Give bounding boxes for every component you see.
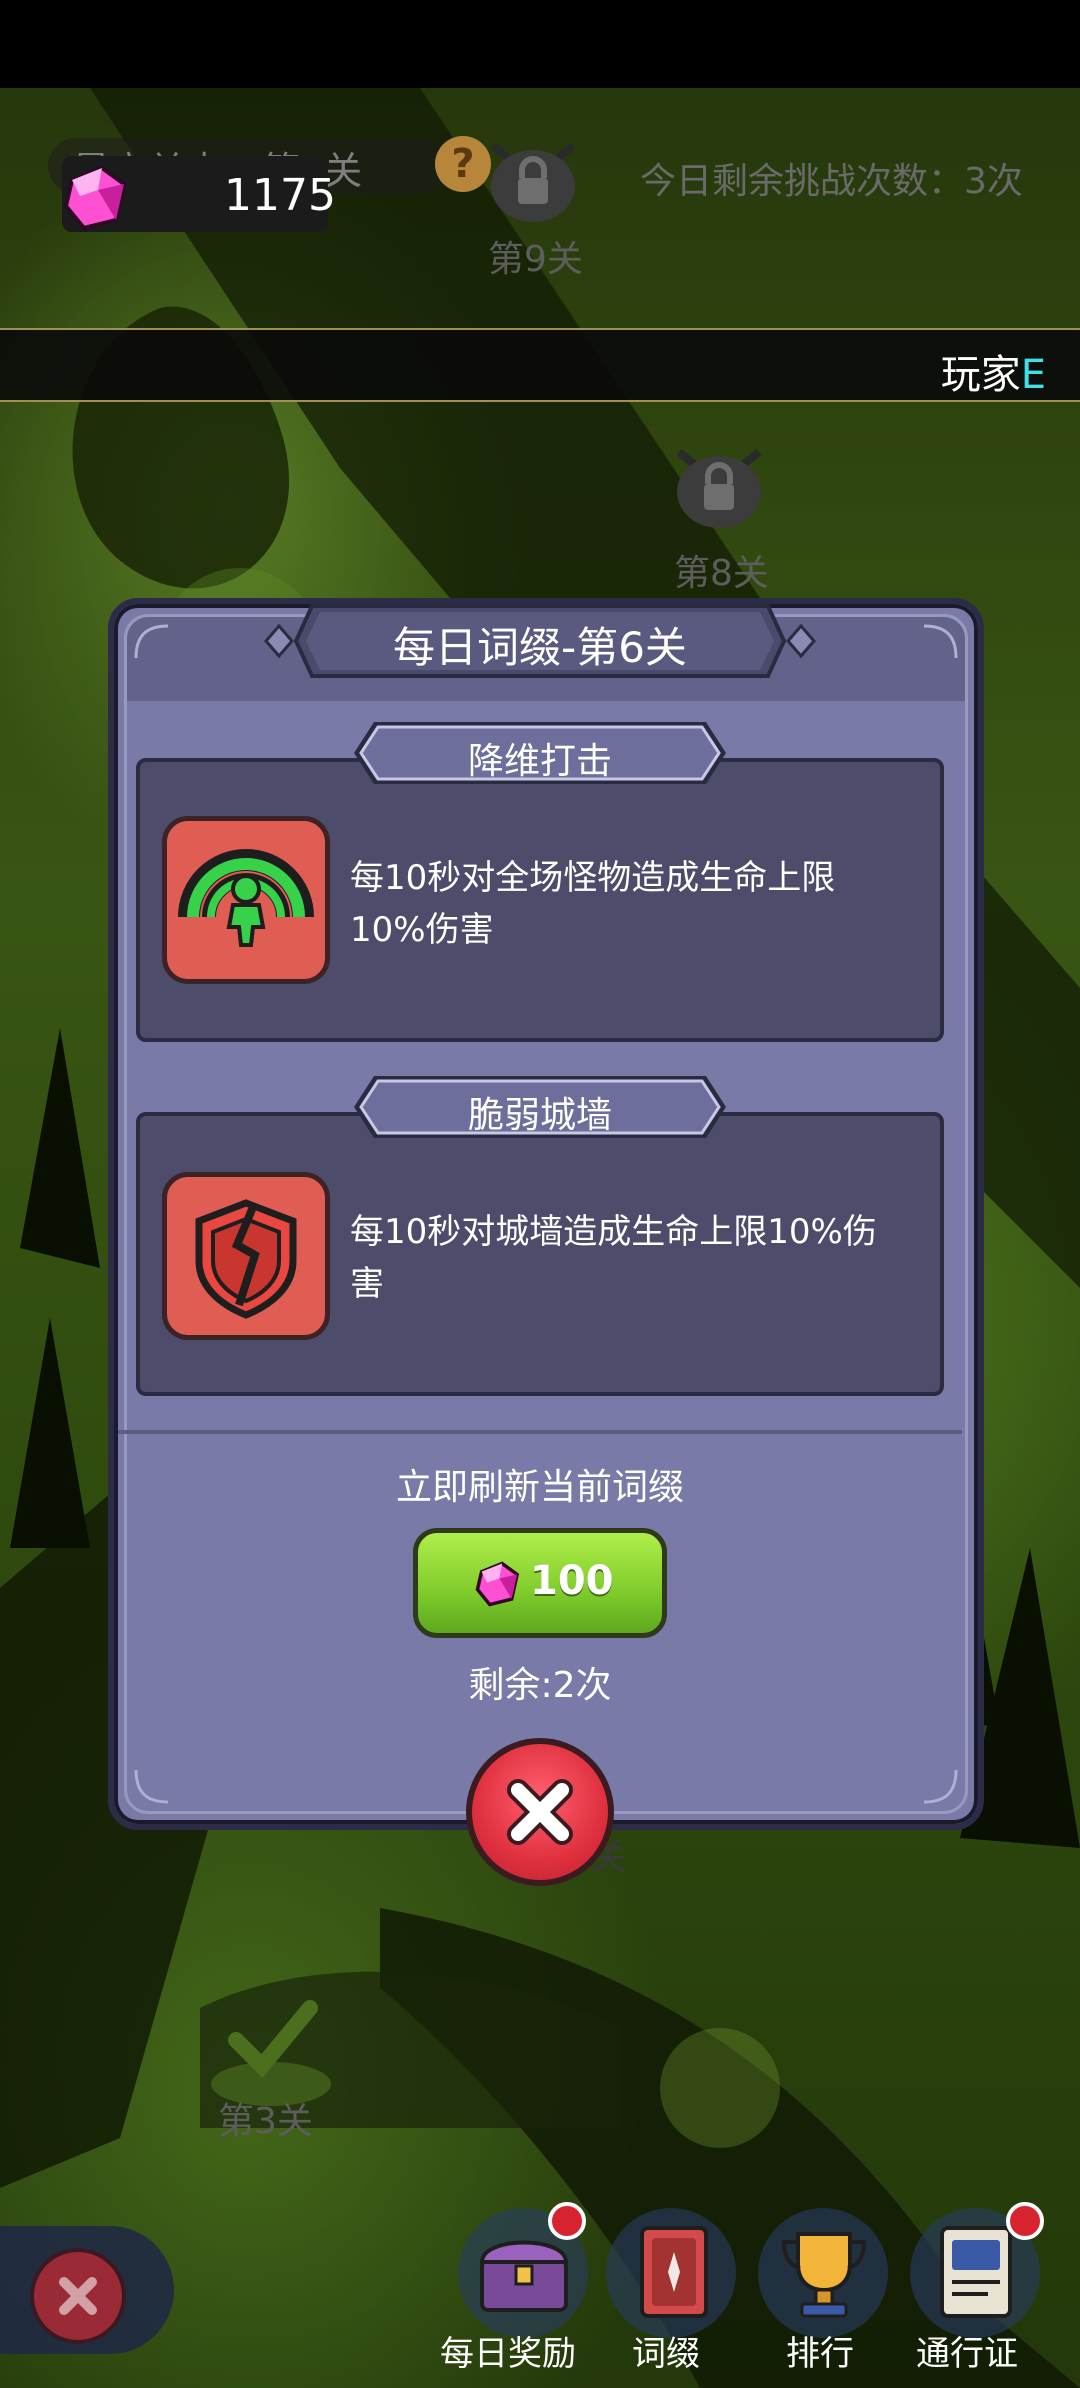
cleared-checkmark-icon[interactable] <box>206 1988 336 2108</box>
dialog-divider <box>118 1430 962 1434</box>
affix-name-1: 降维打击 <box>467 741 612 782</box>
pink-gem-icon <box>63 165 127 231</box>
refresh-remaining: 剩余:2次 <box>468 1665 612 1706</box>
affix-desc-2: 每10秒对城墙造成生命上限10%伤害 <box>350 1212 877 1304</box>
cracked-shield-icon <box>195 1199 297 1319</box>
daily-tries-text: 今日剩余挑战次数：3次 <box>640 161 1023 202</box>
passport-icon <box>940 2226 1012 2318</box>
affix-name-2: 脆弱城墙 <box>467 1095 612 1136</box>
nav-daily-reward-label: 每日奖励 <box>440 2334 576 2374</box>
level-node-3-label: 第3关 <box>218 2101 313 2142</box>
affix-icon-2 <box>162 1172 330 1340</box>
level-node-9-label: 第9关 <box>488 239 583 280</box>
gem-count: 1175 <box>224 170 336 221</box>
status-bar <box>0 0 1080 88</box>
corner-ornament-icon <box>923 1769 958 1804</box>
close-dialog-button[interactable] <box>466 1738 614 1886</box>
nav-pass-label: 通行证 <box>916 2334 1018 2374</box>
affix-desc-1: 每10秒对全场怪物造成生命上限10%伤害 <box>350 858 836 950</box>
affix-icon-1 <box>162 816 330 984</box>
nav-pass-badge <box>1006 2202 1044 2240</box>
back-button[interactable] <box>30 2248 126 2344</box>
green-figure-aura-icon <box>178 849 314 947</box>
marquee-text: 玩家E <box>940 352 1046 398</box>
nav-daily-reward-badge <box>548 2202 586 2240</box>
title-diamond-right-icon <box>786 624 816 658</box>
pink-gem-icon <box>475 1561 520 1607</box>
close-icon <box>507 1779 573 1845</box>
level-node-8-label: 第8关 <box>674 553 769 594</box>
locked-skull-icon <box>676 448 762 528</box>
card-icon <box>640 2226 708 2318</box>
refresh-price: 100 <box>530 1558 614 1604</box>
corner-ornament-icon <box>134 624 169 659</box>
locked-skull-icon <box>490 142 576 222</box>
corner-ornament-icon <box>134 1769 169 1804</box>
dialog-title: 每日词缀-第6关 <box>393 623 687 672</box>
trophy-icon <box>781 2232 867 2318</box>
level-node-8[interactable] <box>664 434 774 538</box>
nav-ranking-label: 排行 <box>786 2334 854 2374</box>
refresh-affix-label: 立即刷新当前词缀 <box>395 1467 684 1508</box>
announcement-marquee: 玩家E <box>0 328 1080 402</box>
close-icon <box>59 2277 97 2315</box>
treasure-chest-icon <box>479 2240 569 2312</box>
corner-ornament-icon <box>923 624 958 659</box>
level-node-9[interactable] <box>478 128 588 232</box>
nav-affix-label: 词缀 <box>632 2334 700 2374</box>
